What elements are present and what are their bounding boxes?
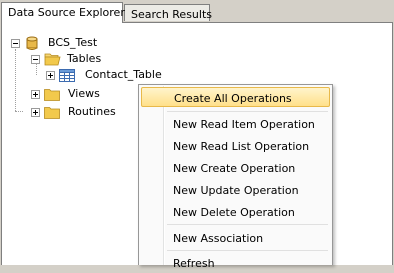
menu-item-label: New Delete Operation: [173, 206, 295, 219]
menu-item-new-update-operation[interactable]: New Update Operation: [141, 180, 330, 200]
tree-node-bcs-test[interactable]: BCS_Test: [2, 35, 202, 51]
menu-item-label: New Read List Operation: [173, 140, 310, 153]
tab-label: Data Source Explorer: [8, 6, 125, 19]
menu-item-label: New Read Item Operation: [173, 118, 315, 131]
database-icon: [26, 36, 38, 50]
folder-icon: [44, 89, 60, 101]
tab-data-source-explorer[interactable]: Data Source Explorer: [1, 2, 125, 23]
menu-item-label: New Association: [173, 232, 264, 245]
menu-separator: [167, 224, 328, 225]
menu-item-new-read-list-operation[interactable]: New Read List Operation: [141, 136, 330, 156]
tab-search-results[interactable]: Search Results: [124, 4, 213, 21]
menu-item-create-all-operations[interactable]: Create All Operations: [141, 87, 330, 107]
tree-node-label: Views: [68, 87, 100, 100]
menu-item-label: Create All Operations: [174, 92, 292, 105]
menu-item-label: New Update Operation: [173, 184, 299, 197]
collapse-icon[interactable]: [11, 39, 20, 48]
menu-item-new-association[interactable]: New Association: [141, 228, 330, 248]
menu-separator: [167, 111, 328, 112]
expand-icon[interactable]: [46, 71, 55, 80]
table-icon: [59, 69, 75, 82]
tab-label: Search Results: [131, 8, 213, 21]
tree-node-label: Routines: [68, 105, 116, 118]
expand-icon[interactable]: [31, 108, 40, 117]
tree-node-label: Tables: [67, 52, 102, 65]
context-menu: Create All Operations New Read Item Oper…: [138, 84, 333, 270]
menu-item-label: New Create Operation: [173, 162, 296, 175]
tree-node-tables[interactable]: Tables: [2, 51, 202, 67]
tree-node-contact-table[interactable]: Contact_Table: [2, 67, 202, 83]
menu-item-new-read-item-operation[interactable]: New Read Item Operation: [141, 114, 330, 134]
expand-icon[interactable]: [31, 90, 40, 99]
tree-node-label: BCS_Test: [48, 36, 98, 49]
menu-item-new-delete-operation[interactable]: New Delete Operation: [141, 202, 330, 222]
folder-open-icon: [44, 53, 61, 66]
menu-item-new-create-operation[interactable]: New Create Operation: [141, 158, 330, 178]
menu-item-refresh[interactable]: Refresh: [141, 253, 330, 273]
folder-icon: [44, 107, 60, 119]
collapse-icon[interactable]: [31, 55, 40, 64]
tree-node-label: Contact_Table: [85, 68, 162, 81]
menu-separator: [167, 250, 328, 251]
menu-item-label: Refresh: [173, 257, 215, 270]
